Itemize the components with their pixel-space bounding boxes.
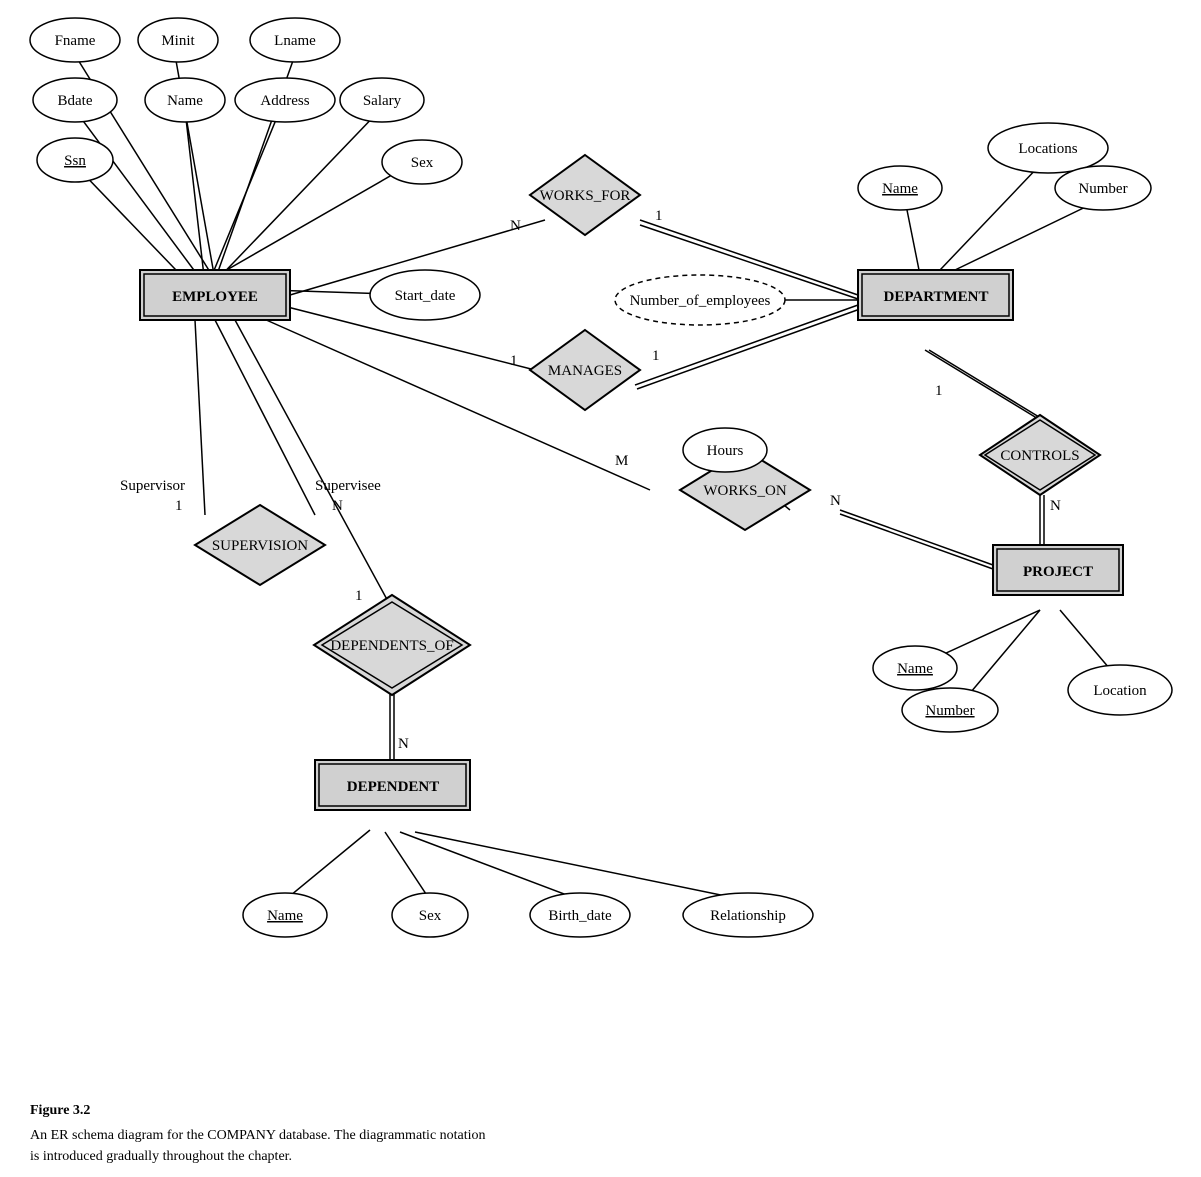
supervision-n: N — [332, 498, 343, 514]
figure-caption: Figure 3.2 An ER schema diagram for the … — [0, 1090, 1201, 1177]
manages-label: MANAGES — [548, 363, 622, 379]
proj-location-label: Location — [1093, 683, 1147, 699]
dept-number-label: Number — [1078, 181, 1127, 197]
dependents-of-n: N — [398, 736, 409, 752]
dependents-of-1: 1 — [355, 588, 363, 604]
manages-1-emp: 1 — [510, 353, 518, 369]
lname-label: Lname — [274, 33, 316, 49]
fname-label: Fname — [55, 33, 96, 49]
controls-1: 1 — [935, 383, 943, 399]
minit-label: Minit — [161, 33, 195, 49]
proj-number-label: Number — [925, 703, 974, 719]
works-for-n: N — [510, 218, 521, 234]
ssn-label: Ssn — [64, 153, 86, 169]
supervisor-label: Supervisor — [120, 478, 185, 494]
works-for-label: WORKS_FOR — [540, 188, 631, 204]
works-for-1: 1 — [655, 208, 663, 224]
er-diagram: text { font-family: 'Times New Roman', T… — [0, 0, 1201, 1090]
locations-label: Locations — [1018, 141, 1077, 157]
hours-label: Hours — [707, 443, 744, 459]
caption-line2: is introduced gradually throughout the c… — [30, 1146, 1171, 1167]
dependents-of-label: DEPENDENTS_OF — [330, 638, 453, 654]
supervisee-label: Supervisee — [315, 478, 381, 494]
controls-label: CONTROLS — [1000, 448, 1079, 464]
proj-name-label: Name — [897, 661, 933, 677]
department-label: DEPARTMENT — [883, 289, 988, 305]
birth-date-label: Birth_date — [548, 908, 612, 924]
sex-label: Sex — [411, 155, 434, 171]
controls-n: N — [1050, 498, 1061, 514]
start-date-label: Start_date — [395, 288, 456, 304]
employee-label: EMPLOYEE — [172, 289, 258, 305]
num-employees-label: Number_of_employees — [630, 293, 771, 309]
figure-title: Figure 3.2 — [30, 1100, 1171, 1121]
address-label: Address — [260, 93, 309, 109]
dep-sex-label: Sex — [419, 908, 442, 924]
manages-1-dept: 1 — [652, 348, 660, 364]
works-on-label: WORKS_ON — [703, 483, 787, 499]
dept-name-label: Name — [882, 181, 918, 197]
relationship-label: Relationship — [710, 908, 786, 924]
works-on-m: M — [615, 453, 628, 469]
supervision-label: SUPERVISION — [212, 538, 308, 554]
emp-name-label: Name — [167, 93, 203, 109]
dependent-label: DEPENDENT — [347, 779, 440, 795]
project-label: PROJECT — [1023, 564, 1093, 580]
supervision-1: 1 — [175, 498, 183, 514]
dep-name-label: Name — [267, 908, 303, 924]
salary-label: Salary — [363, 93, 402, 109]
bdate-label: Bdate — [58, 93, 93, 109]
works-on-n: N — [830, 493, 841, 509]
caption-line1: An ER schema diagram for the COMPANY dat… — [30, 1125, 1171, 1146]
